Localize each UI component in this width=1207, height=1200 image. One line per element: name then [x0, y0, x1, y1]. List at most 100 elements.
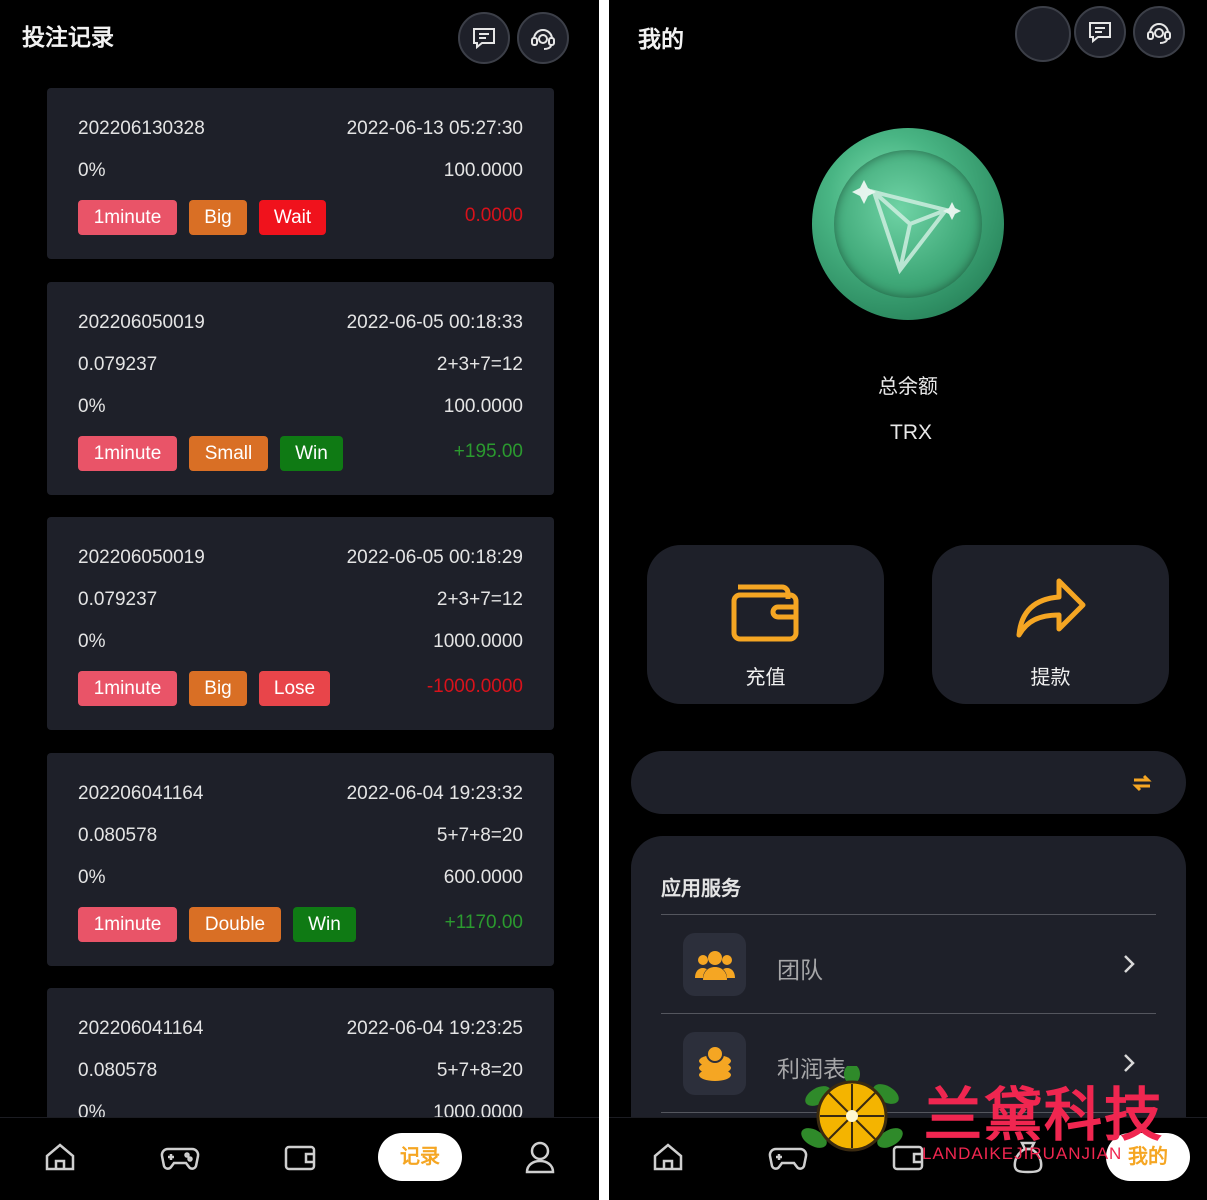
headset-icon	[531, 29, 555, 50]
orange-logo-icon	[801, 1066, 903, 1152]
record-row: 0.079237 2+3+7=12	[78, 354, 523, 378]
record-right-value: 2022-06-04 19:23:32	[346, 783, 523, 804]
balance-currency: TRX	[890, 421, 932, 444]
record-row: 202206130328 2022-06-13 05:27:30	[78, 118, 523, 142]
headset-icon	[1147, 23, 1171, 44]
record-right-value: 600.0000	[443, 867, 523, 888]
page-title: 投注记录	[22, 24, 114, 50]
record-row: 0% 100.0000	[78, 396, 523, 420]
record-row: 0.080578 5+7+8=20	[78, 1060, 523, 1084]
record-tags: 1minute Small Win +195.00	[78, 436, 523, 471]
record-left-value: 202206130328	[78, 118, 205, 139]
record-tags: 1minute Double Win +1170.00	[78, 907, 523, 942]
support-button[interactable]	[517, 12, 569, 64]
bet-records-screen: 投注记录 202206130328 2022-06-13 05:27:30 0% 10…	[0, 0, 599, 1200]
home-icon	[45, 1143, 75, 1171]
record-amount: -1000.0000	[426, 676, 523, 697]
record-left-value: 202206041164	[78, 783, 204, 804]
record-row: 202206041164 2022-06-04 19:23:25	[78, 1018, 523, 1042]
record-left-value: 202206041164	[78, 1018, 204, 1039]
recharge-label: 充值	[745, 667, 786, 689]
record-left-value: 0.080578	[78, 1060, 158, 1081]
service-item-team[interactable]: 团队	[661, 915, 1156, 1013]
message-button[interactable]	[1074, 6, 1126, 58]
watermark-logo: 兰黛科技 LANDAIKEJIRUANJIAN	[796, 1066, 1176, 1166]
support-button[interactable]	[1133, 6, 1185, 58]
status-tag: Win	[293, 907, 356, 942]
record-right-value: 100.0000	[443, 396, 523, 417]
chevron-right-icon	[1124, 955, 1135, 973]
nav-games[interactable]	[150, 1132, 210, 1182]
record-right-value: 2+3+7=12	[436, 589, 523, 610]
status-tag: Big	[189, 671, 247, 706]
nav-profile[interactable]	[510, 1132, 570, 1182]
watermark-title: 兰黛科技	[924, 1081, 1165, 1149]
status-tag: 1minute	[78, 671, 177, 706]
status-tag: 1minute	[78, 436, 177, 471]
message-button[interactable]	[458, 12, 510, 64]
nav-home[interactable]	[638, 1132, 698, 1182]
message-icon	[1089, 22, 1111, 44]
bet-record-card[interactable]: 202206050019 2022-06-05 00:18:33 0.079237 2…	[47, 282, 554, 495]
wallet-icon	[731, 584, 799, 642]
record-right-value: 2+3+7=12	[436, 354, 523, 375]
recharge-button[interactable]: 充值	[647, 545, 884, 704]
status-tag: 1minute	[78, 907, 177, 942]
user-icon	[525, 1141, 555, 1174]
bottom-nav: 记录	[0, 1117, 599, 1200]
withdraw-button[interactable]: 提款	[932, 545, 1169, 704]
record-right-value: 2022-06-05 00:18:29	[346, 547, 523, 568]
record-amount: +195.00	[453, 441, 523, 462]
bet-record-card[interactable]: 202206050019 2022-06-05 00:18:29 0.079237 2…	[47, 517, 554, 730]
status-tag: 1minute	[78, 200, 177, 235]
record-right-value: 2022-06-05 00:18:33	[346, 312, 523, 333]
coins-icon	[683, 1032, 746, 1095]
status-tag: Lose	[259, 671, 330, 706]
record-right-value: 1000.0000	[433, 631, 523, 652]
record-left-value: 0.079237	[78, 589, 158, 610]
record-row: 202206050019 2022-06-05 00:18:33	[78, 312, 523, 336]
status-tag: Wait	[259, 200, 326, 235]
my-account-screen: 我的 总余额 TRX 充值 提款 应用服务 团队 利润表 我的	[609, 0, 1207, 1200]
bet-record-card[interactable]: 202206130328 2022-06-13 05:27:30 0% 100.000…	[47, 88, 554, 259]
record-row: 0% 100.0000	[78, 160, 523, 184]
refresh-icon[interactable]	[1130, 771, 1154, 795]
record-left-value: 202206050019	[78, 312, 205, 333]
record-right-value: 100.0000	[443, 160, 523, 181]
balance-label: 总余额	[878, 376, 938, 398]
services-title: 应用服务	[661, 878, 741, 900]
record-amount: +1170.00	[444, 912, 523, 933]
balance-refresh-bar	[631, 751, 1186, 814]
record-left-value: 0%	[78, 631, 106, 652]
record-row: 202206050019 2022-06-05 00:18:29	[78, 547, 523, 571]
record-left-value: 0%	[78, 160, 106, 181]
status-tag: Big	[189, 200, 247, 235]
wallet-icon	[284, 1145, 316, 1171]
status-tag: Small	[189, 436, 268, 471]
record-left-value: 0%	[78, 867, 106, 888]
record-row: 0% 1000.0000	[78, 631, 523, 655]
record-row: 202206041164 2022-06-04 19:23:32	[78, 783, 523, 807]
record-left-value: 0.079237	[78, 354, 158, 375]
service-label: 团队	[777, 957, 823, 983]
record-row: 0.079237 2+3+7=12	[78, 589, 523, 613]
record-right-value: 2022-06-04 19:23:25	[346, 1018, 523, 1039]
status-tag: Double	[189, 907, 281, 942]
record-right-value: 5+7+8=20	[436, 1060, 523, 1081]
record-row: 0.080578 5+7+8=20	[78, 825, 523, 849]
record-left-value: 0.080578	[78, 825, 158, 846]
page-title: 我的	[638, 26, 684, 52]
home-icon	[653, 1143, 683, 1171]
record-left-value: 202206050019	[78, 547, 205, 568]
nav-records-active[interactable]: 记录	[378, 1133, 462, 1181]
record-row: 0% 600.0000	[78, 867, 523, 891]
bet-record-card[interactable]: 202206041164 2022-06-04 19:23:32 0.080578 5…	[47, 753, 554, 966]
record-left-value: 0%	[78, 396, 106, 417]
share-arrow-icon	[1016, 578, 1086, 638]
record-right-value: 2022-06-13 05:27:30	[346, 118, 523, 139]
avatar-button[interactable]	[1015, 6, 1071, 62]
record-tags: 1minute Big Lose -1000.0000	[78, 671, 523, 706]
nav-home[interactable]	[30, 1132, 90, 1182]
nav-wallet[interactable]	[270, 1132, 330, 1182]
watermark-subtitle: LANDAIKEJIRUANJIAN	[922, 1144, 1123, 1163]
